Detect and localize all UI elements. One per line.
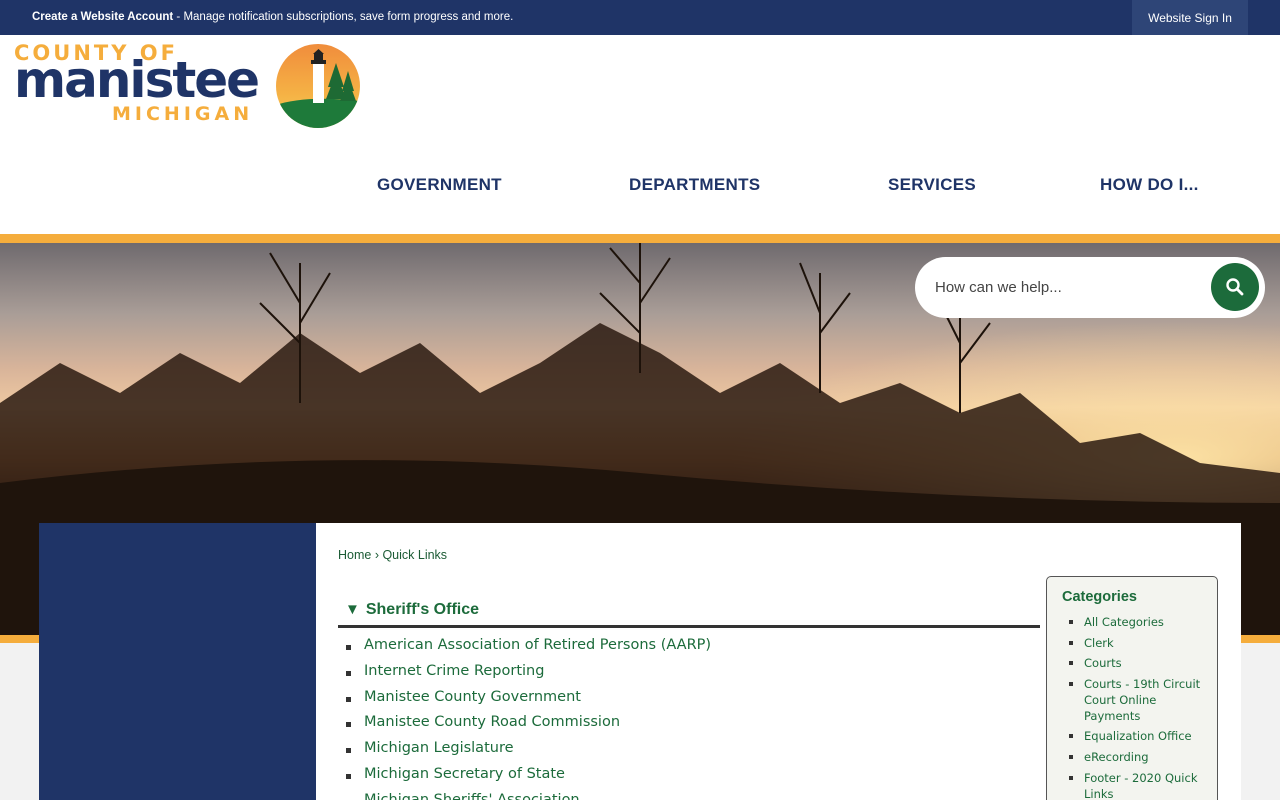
categories-panel: Categories All Categories Clerk Courts C… — [1046, 576, 1218, 800]
category-item[interactable]: Courts - 19th Circuit Court Online Payme… — [1069, 676, 1209, 724]
breadcrumb-separator: › — [371, 548, 383, 562]
breadcrumb-current-link[interactable]: Quick Links — [382, 548, 447, 562]
category-item[interactable]: Footer - 2020 Quick Links — [1069, 770, 1209, 800]
quick-link-item[interactable]: Manistee County Government — [346, 689, 711, 715]
quick-link-item[interactable]: Michigan Sheriffs' Association — [346, 792, 711, 800]
nav-government[interactable]: GOVERNMENT — [377, 175, 502, 195]
quick-link-item[interactable]: American Association of Retired Persons … — [346, 637, 711, 663]
side-navigation-panel — [39, 523, 316, 800]
top-bar: Create a Website Account - Manage notifi… — [0, 0, 1280, 35]
section-header-sheriffs-office[interactable]: ▼ Sheriff's Office — [338, 601, 1040, 628]
search-input[interactable] — [935, 273, 1205, 301]
categories-title: Categories — [1062, 589, 1137, 605]
collapse-triangle-icon: ▼ — [345, 601, 360, 618]
quick-link-item[interactable]: Internet Crime Reporting — [346, 663, 711, 689]
logo-name-text: manistee — [14, 51, 260, 109]
create-account-message: Create a Website Account - Manage notifi… — [32, 11, 513, 23]
category-item[interactable]: Equalization Office — [1069, 728, 1209, 744]
site-search — [915, 257, 1265, 318]
county-logo[interactable]: COUNTY OF manistee MICHIGAN — [14, 41, 364, 131]
category-item[interactable]: All Categories — [1069, 614, 1209, 630]
nav-services[interactable]: SERVICES — [888, 175, 976, 195]
lighthouse-emblem-icon — [276, 44, 360, 128]
nav-departments[interactable]: DEPARTMENTS — [629, 175, 760, 195]
categories-list: All Categories Clerk Courts Courts - 19t… — [1069, 614, 1209, 800]
search-icon — [1226, 278, 1244, 296]
breadcrumb: Home › Quick Links — [338, 548, 447, 562]
website-sign-in-button[interactable]: Website Sign In — [1132, 0, 1248, 35]
create-account-description: - Manage notification subscriptions, sav… — [173, 11, 514, 23]
quick-link-item[interactable]: Manistee County Road Commission — [346, 714, 711, 740]
category-item[interactable]: eRecording — [1069, 749, 1209, 765]
quick-links-list: American Association of Retired Persons … — [346, 637, 711, 800]
breadcrumb-home-link[interactable]: Home — [338, 548, 371, 562]
header-accent-stripe — [0, 234, 1280, 243]
quick-link-item[interactable]: Michigan Secretary of State — [346, 766, 711, 792]
search-button[interactable] — [1211, 263, 1259, 311]
logo-state-text: MICHIGAN — [112, 103, 254, 125]
category-item[interactable]: Courts — [1069, 655, 1209, 671]
section-title: Sheriff's Office — [365, 601, 480, 618]
category-item[interactable]: Clerk — [1069, 635, 1209, 651]
site-header: COUNTY OF manistee MICHIGAN GOVERNMENT D… — [0, 35, 1280, 234]
main-content: Home › Quick Links ▼ Sheriff's Office Ame… — [316, 523, 1241, 800]
nav-how-do-i[interactable]: HOW DO I... — [1100, 175, 1199, 195]
create-account-link[interactable]: Create a Website Account — [32, 11, 173, 23]
quick-link-item[interactable]: Michigan Legislature — [346, 740, 711, 766]
